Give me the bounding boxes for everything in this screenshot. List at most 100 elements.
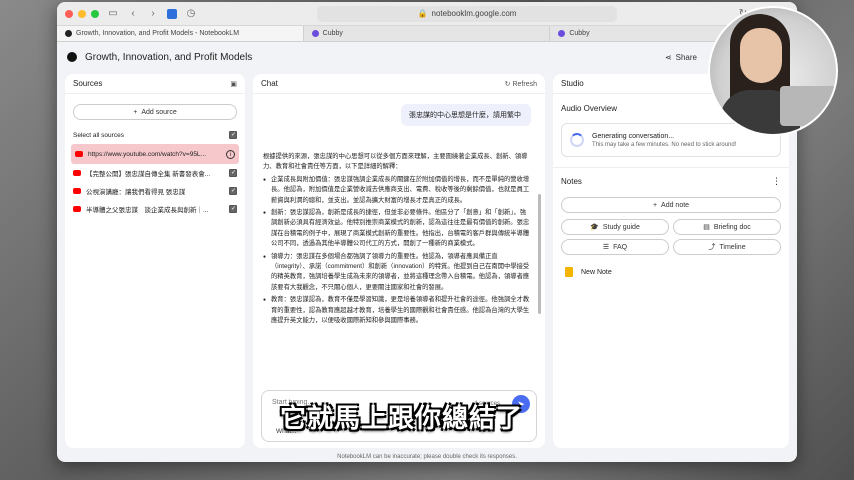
refresh-label: Refresh — [512, 80, 537, 88]
answer-points: 企業成長與附加價值：張忠謀強調企業成長的關鍵在於附加價值的增長，而不是單純的營收… — [263, 175, 531, 327]
extension-icon[interactable] — [167, 8, 177, 19]
browser-toolbar: ▭ ‹ › ◷ 🔒 notebooklm.google.com ↻ ⇪ + — [57, 2, 797, 26]
app-header: Growth, Innovation, and Profit Models ⋖ … — [57, 42, 797, 72]
source-label: 半導體之父張忠謀 談企業成長與創新｜... — [86, 207, 209, 214]
presenter-face — [740, 28, 782, 83]
plus-icon: + — [652, 201, 658, 209]
generating-title: Generating conversation... — [592, 132, 675, 140]
note-title: New Note — [581, 268, 612, 276]
source-checkbox[interactable] — [229, 205, 237, 213]
plus-icon: + — [133, 108, 138, 116]
youtube-icon — [73, 170, 81, 176]
tab-label: Growth, Innovation, and Profit Models - … — [76, 30, 240, 37]
sidebar-toggle-icon[interactable]: ▭ — [107, 8, 119, 19]
source-checkbox[interactable] — [229, 169, 237, 177]
note-actions: 🎓 Study guide ▤ Briefing doc ☰ FAQ ⤴ Tim… — [561, 219, 781, 255]
sources-panel: Sources ▣ + Add source Select all source… — [65, 74, 245, 448]
sources-title: Sources — [73, 79, 103, 88]
more-options-icon[interactable]: ⋮ — [772, 176, 781, 187]
window-controls — [65, 9, 99, 18]
timeline-label: Timeline — [719, 243, 746, 251]
browser-window: ▭ ‹ › ◷ 🔒 notebooklm.google.com ↻ ⇪ + Gr… — [57, 2, 797, 462]
faq-icon: ☰ — [602, 244, 610, 251]
tab-label: Cubby — [322, 30, 343, 37]
youtube-icon — [75, 151, 83, 157]
briefing-doc-button[interactable]: ▤ Briefing doc — [673, 219, 781, 235]
source-item[interactable]: 半導體之父張忠謀 談企業成長與創新｜... — [65, 200, 245, 218]
answer-intro: 根據提供的來源，張忠謀的中心思想可以從多個方面來理解，主要圍繞著企業成長、創新、… — [263, 153, 528, 171]
source-item[interactable]: https://www.youtube.com/watch?v=95L... i — [71, 144, 239, 164]
source-checkbox[interactable] — [229, 187, 237, 195]
notebook-title[interactable]: Growth, Innovation, and Profit Models — [85, 52, 252, 63]
answer-point: 企業成長與附加價值：張忠謀強調企業成長的關鍵在於附加價值的增長，而不是單純的營收… — [263, 175, 531, 206]
briefing-doc-icon: ▤ — [703, 224, 710, 231]
cubby-favicon-icon — [558, 30, 566, 37]
lock-icon: 🔒 — [417, 9, 428, 18]
note-item[interactable]: New Note — [553, 259, 789, 285]
refresh-button[interactable]: ↻ Refresh — [505, 80, 537, 88]
cubby-favicon-icon — [311, 30, 319, 37]
add-source-button[interactable]: + Add source — [73, 104, 237, 120]
collapse-panel-icon[interactable]: ▣ — [230, 80, 237, 88]
browser-tab-strip: Growth, Innovation, and Profit Models - … — [57, 26, 797, 42]
answer-point: 領導力：張忠謀在多個場合都強調了領導力的重要性。他認為，領導者應具備正直（int… — [263, 252, 531, 294]
add-source-label: Add source — [141, 108, 177, 116]
browser-tab-cubby-1[interactable]: Cubby — [304, 26, 551, 41]
study-guide-icon: 🎓 — [590, 224, 599, 231]
notes-title: Notes — [561, 177, 582, 186]
timeline-icon: ⤴ — [708, 244, 716, 251]
assistant-answer: 根據提供的來源，張忠謀的中心思想可以從多個方面來理解，主要圍繞著企業成長、創新、… — [263, 152, 531, 329]
source-item[interactable]: 【完整公開】張忠謀自傳全集 新書發表會... — [65, 164, 245, 182]
answer-point: 教育：張忠謀認為，教育不僅是學習知識，更是培養領導者和提升社會的途徑。他強調全才… — [263, 295, 531, 326]
briefing-doc-label: Briefing doc — [713, 223, 751, 231]
studio-title: Studio — [561, 79, 584, 88]
tab-label: Cubby — [569, 30, 590, 37]
browser-tab-notebooklm[interactable]: Growth, Innovation, and Profit Models - … — [57, 26, 304, 41]
notebooklm-logo-icon[interactable] — [67, 52, 77, 62]
study-guide-button[interactable]: 🎓 Study guide — [561, 219, 669, 235]
faq-label: FAQ — [613, 243, 628, 251]
disclaimer: NotebookLM can be inaccurate; please dou… — [337, 454, 517, 460]
source-label: 公視演講廳：讓我們看得見 張忠謀 — [86, 189, 186, 196]
webcam-overlay — [708, 6, 838, 136]
source-item[interactable]: 公視演講廳：讓我們看得見 張忠謀 — [65, 182, 245, 200]
youtube-icon — [73, 188, 81, 194]
answer-point: 創新：張忠謀認為，創新是成長的捷徑，但並非必要條件。他區分了「創意」和「創新」，… — [263, 208, 531, 250]
maximize-window-icon[interactable] — [91, 9, 99, 18]
main-panels: Sources ▣ + Add source Select all source… — [65, 74, 789, 448]
history-icon[interactable]: ◷ — [185, 8, 197, 19]
share-icon: ⋖ — [664, 52, 672, 62]
back-icon[interactable]: ‹ — [127, 8, 139, 19]
address-bar[interactable]: 🔒 notebooklm.google.com — [317, 5, 617, 22]
chat-scrollbar[interactable] — [538, 194, 541, 314]
timeline-button[interactable]: ⤴ Timeline — [673, 239, 781, 255]
notebooklm-favicon-icon — [65, 30, 72, 37]
info-icon[interactable]: i — [226, 149, 235, 159]
forward-icon[interactable]: › — [147, 8, 159, 19]
laptop-icon — [780, 86, 836, 126]
study-guide-label: Study guide — [602, 223, 640, 231]
generating-text: Generating conversation... This may take… — [592, 133, 736, 148]
add-note-button[interactable]: + Add note — [561, 197, 781, 213]
chat-header: Chat ↻ Refresh — [253, 74, 545, 94]
faq-button[interactable]: ☰ FAQ — [561, 239, 669, 255]
chat-panel: Chat ↻ Refresh 張忠謀的中心思想是什麼，請用繁中 根據提供的來源，… — [253, 74, 545, 448]
add-note-label: Add note — [661, 201, 690, 209]
minimize-window-icon[interactable] — [78, 9, 86, 18]
note-icon — [565, 267, 573, 277]
url-text: notebooklm.google.com — [431, 9, 517, 18]
close-window-icon[interactable] — [65, 9, 73, 18]
share-label: Share — [675, 52, 697, 62]
select-all-row[interactable]: Select all sources — [65, 126, 245, 144]
video-subtitle: 它就馬上跟你總結了 — [280, 404, 524, 434]
loading-spinner-icon — [570, 133, 584, 147]
select-all-checkbox[interactable] — [229, 131, 237, 139]
generating-subtitle: This may take a few minutes. No need to … — [592, 141, 737, 148]
source-label: https://www.youtube.com/watch?v=95L... — [88, 150, 206, 158]
source-label: 【完整公開】張忠謀自傳全集 新書發表會... — [86, 171, 211, 178]
chat-title: Chat — [261, 79, 278, 88]
youtube-icon — [73, 206, 81, 212]
share-button[interactable]: ⋖ Share — [665, 53, 697, 62]
select-all-label: Select all sources — [73, 131, 124, 139]
notes-header: Notes ⋮ — [553, 167, 789, 191]
